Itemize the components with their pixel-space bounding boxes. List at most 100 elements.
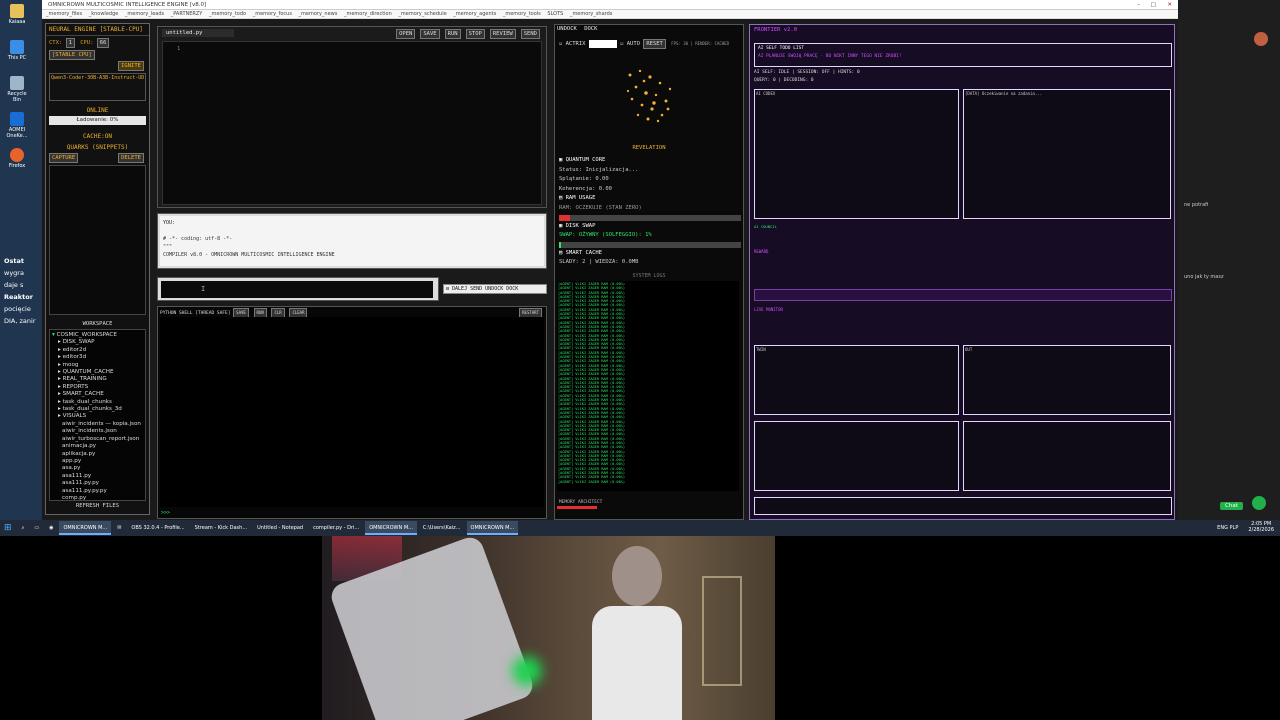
send-button[interactable]: SEND bbox=[520, 29, 540, 39]
menu-item[interactable]: _memory_schedule bbox=[398, 11, 446, 17]
tree-item[interactable]: animacja.py bbox=[52, 443, 143, 450]
close-icon[interactable]: ✕ bbox=[1167, 0, 1172, 10]
prompt-input[interactable]: I bbox=[161, 281, 433, 298]
run-button[interactable]: RUN bbox=[444, 29, 461, 39]
stop-button[interactable]: STOP bbox=[465, 29, 485, 39]
council-cell[interactable]: [DATA] Oczekiwanie na zadania... bbox=[963, 89, 1171, 219]
menu-item[interactable]: _memory_focus bbox=[253, 11, 292, 17]
taskbar-item[interactable]: OMNICROWN M... bbox=[59, 521, 112, 535]
tree-item[interactable]: ▸ DISK_SWAP bbox=[52, 339, 143, 346]
minimize-icon[interactable]: – bbox=[1137, 0, 1140, 10]
system-logs[interactable]: [AGENT] VLIKI ZAGER RAM (0.00%) [AGENT] … bbox=[557, 281, 739, 491]
save-button[interactable]: SAVE bbox=[420, 29, 440, 39]
lower-left-cell[interactable] bbox=[754, 421, 959, 491]
cpu-field[interactable]: 66 bbox=[96, 38, 110, 48]
menu-item[interactable]: _PARTNERZY bbox=[171, 11, 203, 17]
desktop-icon-firefox[interactable]: Firefox bbox=[4, 148, 30, 169]
shell-prompt[interactable]: >>> bbox=[161, 510, 170, 516]
tree-item[interactable]: ▸ QUANTUM_CACHE bbox=[52, 369, 143, 376]
frontier-input[interactable] bbox=[754, 497, 1172, 515]
taskbar-item[interactable]: compiler.py - Dri... bbox=[309, 521, 363, 535]
tree-item[interactable]: asa111.py bbox=[52, 473, 143, 480]
actrix-input[interactable] bbox=[588, 39, 617, 48]
tree-item[interactable]: app.py bbox=[52, 458, 143, 465]
ctx-field[interactable]: 1 bbox=[65, 38, 75, 48]
mail-icon[interactable]: ✉ bbox=[113, 521, 125, 535]
output-cell[interactable]: OUT bbox=[963, 345, 1171, 415]
capture-button[interactable]: CAPTURE bbox=[49, 153, 79, 163]
tree-item[interactable]: ▸ task_dual_chunks_3d bbox=[52, 406, 143, 413]
dalej-button[interactable]: DALEJ bbox=[452, 286, 467, 292]
reset-button[interactable]: RESET bbox=[643, 39, 666, 49]
taskbar-item[interactable]: OMNICROWN M... bbox=[365, 521, 417, 535]
review-button[interactable]: REVIEW bbox=[489, 29, 516, 39]
checkbox-icon[interactable]: ☑ bbox=[559, 41, 562, 47]
quarks-list[interactable] bbox=[49, 165, 146, 315]
tree-item[interactable]: comp.py bbox=[52, 495, 143, 500]
desktop-icon-kaiaaa[interactable]: Kaiaaa bbox=[4, 4, 30, 25]
undock-button[interactable]: UNDOCK bbox=[485, 286, 503, 292]
menu-item[interactable]: SLOTS bbox=[547, 11, 563, 17]
ignite-button[interactable]: IGNITE bbox=[118, 61, 144, 71]
maximize-icon[interactable]: □ bbox=[1151, 0, 1156, 10]
tree-item[interactable]: ▸ VISUALS bbox=[52, 413, 143, 420]
delete-button[interactable]: DELETE bbox=[118, 153, 144, 163]
tree-item[interactable]: ▸ SMART_CACHE bbox=[52, 391, 143, 398]
open-button[interactable]: OPEN bbox=[396, 29, 416, 39]
tree-item[interactable]: aplikacja.py bbox=[52, 451, 143, 458]
avatar[interactable] bbox=[1254, 32, 1268, 46]
tree-item[interactable]: ▸ editor3d bbox=[52, 354, 143, 361]
tree-item[interactable]: aiwir_incidents.json bbox=[52, 428, 143, 435]
shell-output[interactable] bbox=[160, 317, 544, 507]
tree-item[interactable]: ▸ REPORTS bbox=[52, 384, 143, 391]
taskbar-item[interactable]: Untitled - Notepad bbox=[253, 521, 307, 535]
model-field[interactable]: Qwen3-Coder-30B-A3B-Instruct-UD-Q8_ bbox=[49, 73, 146, 101]
date[interactable]: 2/28/2026 bbox=[1248, 527, 1274, 533]
twin-cell[interactable]: TWIN bbox=[754, 345, 959, 415]
search-icon[interactable]: ⌕ bbox=[18, 521, 29, 535]
menu-item[interactable]: _memory_agents bbox=[453, 11, 496, 17]
menu-item[interactable]: _memory_news bbox=[299, 11, 338, 17]
dock-button[interactable]: DOCK bbox=[506, 286, 518, 292]
tree-item[interactable]: ▸ editor2d bbox=[52, 347, 143, 354]
tree-root[interactable]: ▾ COSMIC_WORKSPACE bbox=[52, 332, 143, 339]
taskbar-item[interactable]: C:\Users\Kaiz... bbox=[419, 521, 465, 535]
chat-button[interactable]: Chat bbox=[1220, 502, 1243, 510]
stable-cpu-button[interactable]: [STABLE CPU] bbox=[49, 50, 95, 60]
checkbox-icon[interactable]: ☑ bbox=[620, 41, 623, 47]
refresh-files-button[interactable]: REFRESH FILES bbox=[46, 503, 149, 509]
editor-tab[interactable]: untitled.py bbox=[162, 29, 234, 37]
tree-item[interactable]: ▸ task_dual_chunks bbox=[52, 399, 143, 406]
lower-right-cell[interactable] bbox=[963, 421, 1171, 491]
collapse-icon[interactable]: ⊟ bbox=[446, 286, 449, 292]
codex-cell[interactable]: AI CODEX bbox=[754, 89, 959, 219]
tree-item[interactable]: asa.py bbox=[52, 465, 143, 472]
undock-tab[interactable]: UNDOCK bbox=[557, 26, 577, 32]
menu-item[interactable]: _memory_files bbox=[46, 11, 82, 17]
tree-item[interactable]: asa111.py.py bbox=[52, 480, 143, 487]
send-message-button[interactable]: SEND bbox=[470, 286, 482, 292]
menu-item[interactable]: _knowledge bbox=[89, 11, 119, 17]
desktop-icon-aomei[interactable]: AOMEI OneKe... bbox=[4, 112, 30, 139]
task-view-icon[interactable]: ▭ bbox=[30, 521, 43, 535]
menu-item[interactable]: _memory_direction bbox=[344, 11, 392, 17]
tree-item[interactable]: aiwir_turboscan_report.json bbox=[52, 436, 143, 443]
tree-item[interactable]: ▸ moog bbox=[52, 362, 143, 369]
desktop-icon-recycle-bin[interactable]: Recycle Bin bbox=[4, 76, 30, 103]
menu-item[interactable]: _memory_tools bbox=[503, 11, 541, 17]
menu-item[interactable]: _memory_leads bbox=[125, 11, 164, 17]
chrome-icon[interactable]: ◉ bbox=[45, 521, 57, 535]
windows-start-icon[interactable]: ⊞ bbox=[0, 521, 16, 535]
taskbar-item[interactable]: OMNICROWN M... bbox=[466, 521, 519, 535]
language-indicator[interactable]: ENG PLP bbox=[1213, 521, 1242, 535]
taskbar-item[interactable]: OBS 32.0.4 - Profile... bbox=[127, 521, 188, 535]
tree-item[interactable]: aiwir_incidents — kopia.json bbox=[52, 421, 143, 428]
editor-textarea[interactable]: 1 bbox=[162, 41, 542, 205]
green-action-icon[interactable] bbox=[1252, 496, 1266, 510]
menu-item[interactable]: _memory_todo bbox=[209, 11, 246, 17]
tree-item[interactable]: asa111.py.py.py bbox=[52, 488, 143, 495]
dock-tab[interactable]: DOCK bbox=[584, 26, 597, 32]
taskbar-item[interactable]: Stream - Kick Dash... bbox=[191, 521, 251, 535]
workspace-tree[interactable]: ▾ COSMIC_WORKSPACE ▸ DISK_SWAP ▸ editor2… bbox=[49, 329, 146, 501]
tree-item[interactable]: ▸ REAL_TRAINING bbox=[52, 376, 143, 383]
